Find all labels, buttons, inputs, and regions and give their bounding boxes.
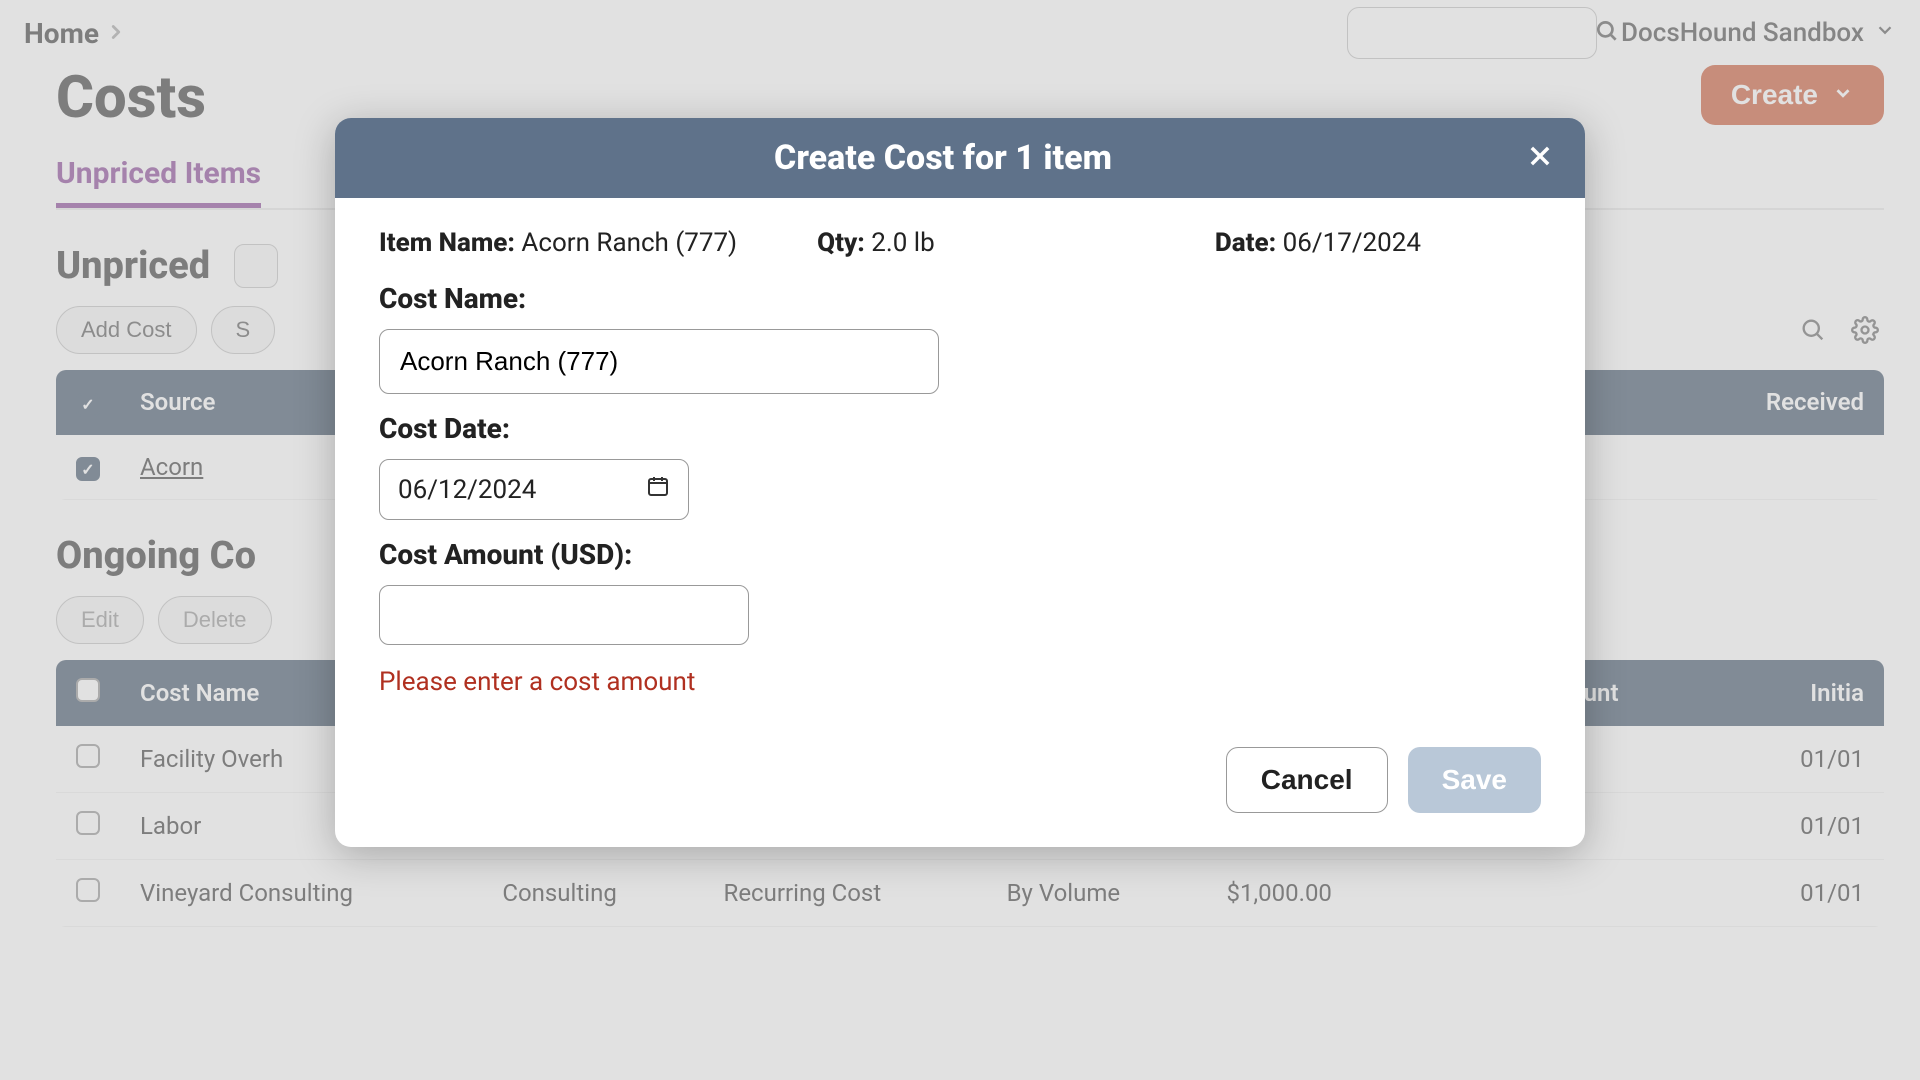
date-value: 06/17/2024	[1283, 228, 1421, 258]
qty-value: 2.0 lb	[871, 228, 934, 258]
create-cost-dialog: Create Cost for 1 item Item Name: Acorn …	[335, 118, 1585, 847]
item-summary-row: Item Name: Acorn Ranch (777) Qty: 2.0 lb…	[379, 228, 1541, 258]
cost-name-input[interactable]	[379, 329, 939, 394]
cost-date-label: Cost Date:	[379, 412, 1541, 445]
cost-name-label: Cost Name:	[379, 282, 1541, 315]
cost-date-input[interactable]: 06/12/2024	[379, 459, 689, 520]
cost-amount-input[interactable]	[379, 585, 749, 645]
close-icon	[1526, 142, 1554, 174]
calendar-icon	[646, 474, 670, 505]
dialog-footer: Cancel Save	[335, 707, 1585, 847]
item-name-value: Acorn Ranch (777)	[521, 228, 737, 258]
error-message: Please enter a cost amount	[379, 667, 1541, 697]
item-name-label: Item Name:	[379, 228, 515, 258]
dialog-header: Create Cost for 1 item	[335, 118, 1585, 198]
date-label: Date:	[1215, 228, 1276, 258]
cancel-button[interactable]: Cancel	[1226, 747, 1388, 813]
cost-amount-label: Cost Amount (USD):	[379, 538, 1541, 571]
modal-overlay: Create Cost for 1 item Item Name: Acorn …	[0, 0, 1920, 1080]
cost-date-value: 06/12/2024	[398, 475, 536, 505]
close-button[interactable]	[1523, 141, 1557, 175]
save-button[interactable]: Save	[1408, 747, 1541, 813]
qty-label: Qty:	[817, 228, 865, 258]
dialog-body: Item Name: Acorn Ranch (777) Qty: 2.0 lb…	[335, 198, 1585, 707]
dialog-title: Create Cost for 1 item	[363, 138, 1523, 178]
